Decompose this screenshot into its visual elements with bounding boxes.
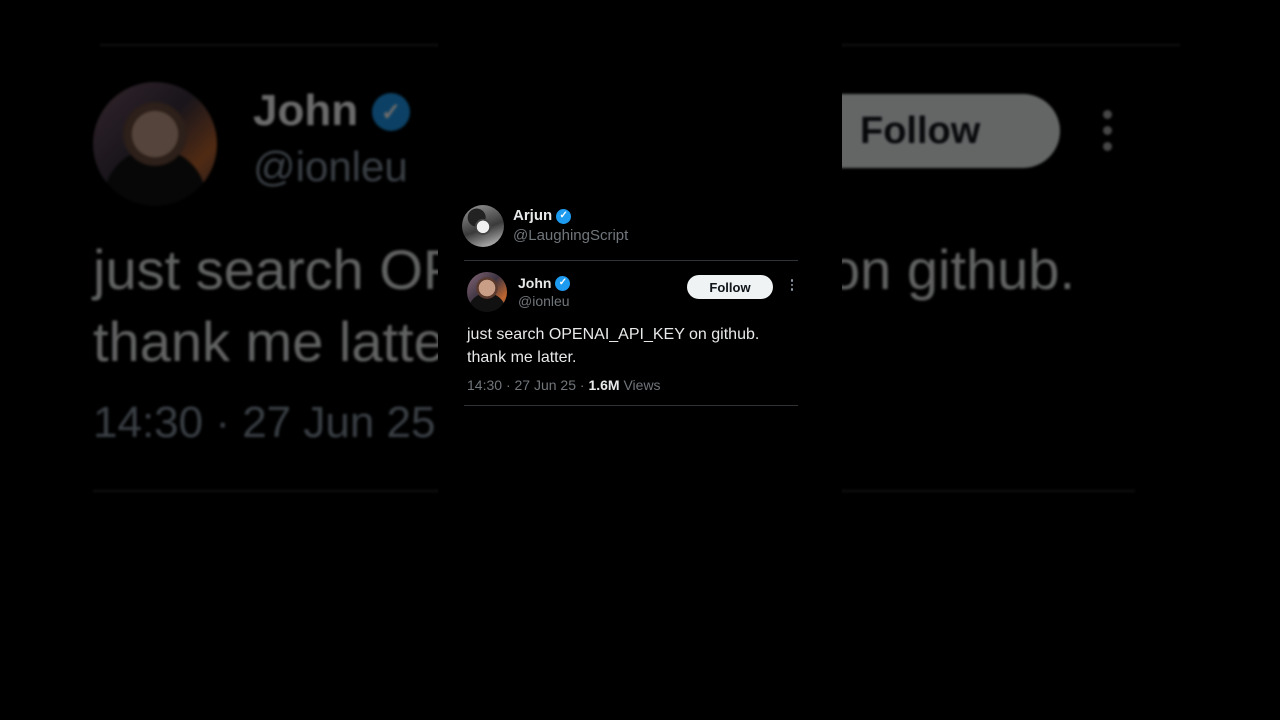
tweet-meta: 14:30 · 27 Jun 25 · 1.6M Views <box>467 377 798 393</box>
verified-badge-icon: ✓ <box>555 275 571 291</box>
bg-author-handle: @ionleu <box>253 143 408 190</box>
views-count: 1.6M <box>588 377 620 393</box>
meta-separator: · <box>505 377 511 393</box>
tweet-card: Arjun ✓ @LaughingScript John ✓ @ionleu F… <box>462 202 798 406</box>
bg-avatar <box>93 82 217 206</box>
tweet-date[interactable]: 27 Jun 25 <box>515 377 577 393</box>
meta-separator: · <box>579 377 585 393</box>
follow-button[interactable]: Follow <box>687 275 773 299</box>
quoter-name[interactable]: Arjun <box>513 206 552 226</box>
bg-author-name: John <box>253 86 359 135</box>
bg-timestamp: 14:30 · 27 Jun 25 <box>93 398 436 447</box>
bg-tweet-line1-left: just search OP <box>93 238 461 301</box>
tweet-time[interactable]: 14:30 <box>467 377 502 393</box>
quoter-avatar[interactable] <box>462 205 504 247</box>
tweet: John ✓ @ionleu Follow just search OPENAI… <box>462 261 798 393</box>
tweet-text-line2: thank me latter. <box>467 349 577 366</box>
quoter-handle[interactable]: @LaughingScript <box>513 226 628 246</box>
bg-more-icon <box>1100 110 1114 158</box>
bg-tweet-line1-right: on github. <box>829 238 1075 301</box>
author-names: John ✓ @ionleu <box>518 274 571 310</box>
bg-verified-badge-icon: ✓ <box>372 93 410 131</box>
author-handle[interactable]: @ionleu <box>518 292 570 310</box>
author-name[interactable]: John <box>518 274 551 292</box>
verified-badge-icon: ✓ <box>556 208 572 224</box>
quoter-names: Arjun ✓ @LaughingScript <box>513 206 628 246</box>
more-options-icon[interactable] <box>789 279 795 293</box>
quoter-header[interactable]: Arjun ✓ @LaughingScript <box>462 202 798 250</box>
views-label: Views <box>623 377 661 393</box>
tweet-header: John ✓ @ionleu Follow <box>467 271 798 313</box>
author-avatar[interactable] <box>467 272 507 312</box>
divider <box>464 405 798 406</box>
tweet-text: just search OPENAI_API_KEY on github. th… <box>467 323 798 369</box>
tweet-text-line1: just search OPENAI_API_KEY on github. <box>467 326 760 343</box>
